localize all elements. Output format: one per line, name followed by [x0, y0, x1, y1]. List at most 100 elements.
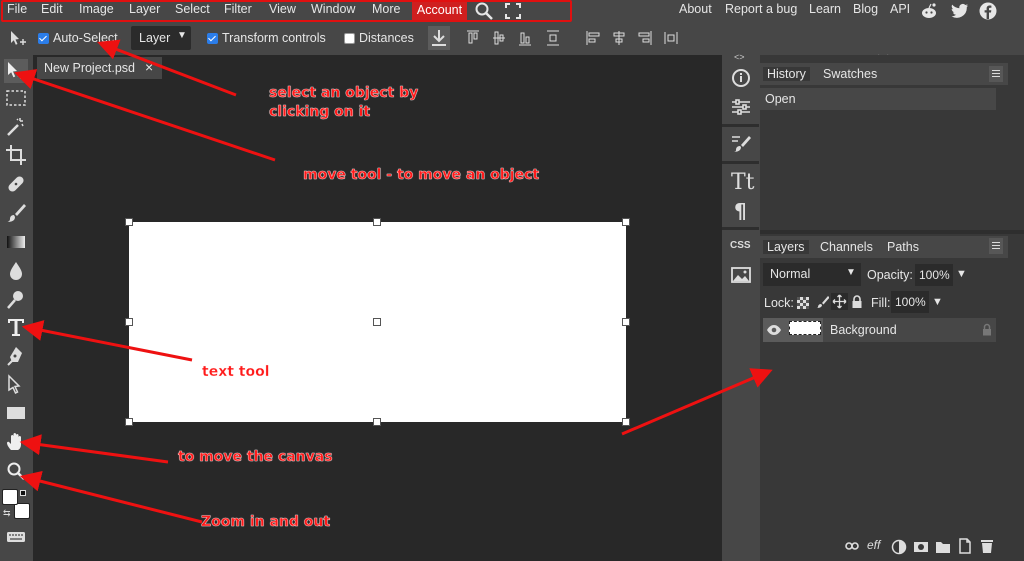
opacity-input[interactable]: 100% [915, 264, 953, 286]
fill-label: Fill: [871, 296, 891, 310]
keyboard-icon[interactable] [4, 525, 28, 549]
transform-handle-bottom-center[interactable] [373, 418, 381, 426]
transform-handle-middle-left[interactable] [125, 318, 133, 326]
align-vertical-center-icon[interactable] [492, 30, 506, 46]
fill-slider-toggle-icon[interactable]: ▼ [932, 296, 943, 308]
history-panel-menu-icon[interactable] [989, 66, 1003, 82]
layer-name[interactable]: Background [830, 323, 897, 337]
adjustment-layer-icon[interactable] [891, 539, 907, 560]
link-learn[interactable]: Learn [809, 2, 841, 16]
auto-select-checkbox[interactable] [38, 32, 49, 44]
type-tool[interactable] [4, 315, 28, 339]
svg-text:Tt: Tt [731, 170, 755, 195]
eye-icon[interactable] [766, 323, 782, 341]
new-layer-icon[interactable] [957, 538, 973, 559]
blend-mode-dropdown[interactable]: Normal ▼ [763, 263, 861, 286]
chevron-down-icon: ▼ [846, 267, 856, 278]
tab-history[interactable]: History [763, 67, 810, 81]
new-group-icon[interactable] [935, 539, 951, 560]
link-api[interactable]: API [890, 2, 910, 16]
auto-select-target-dropdown[interactable]: Layer ▼ [131, 26, 191, 50]
transform-controls-option[interactable]: Transform controls [207, 31, 326, 45]
css-icon[interactable]: CSS [727, 233, 755, 261]
path-select-tool[interactable] [4, 373, 28, 397]
auto-select-option[interactable]: Auto-Select [38, 31, 118, 45]
link-blog[interactable]: Blog [853, 2, 878, 16]
foreground-color-swatch[interactable] [2, 489, 18, 505]
history-entry[interactable]: Open [760, 88, 996, 110]
image-icon[interactable] [727, 261, 755, 289]
reddit-icon[interactable] [920, 2, 938, 20]
chevron-down-icon: ▼ [177, 30, 187, 41]
layer-thumbnail [789, 321, 821, 335]
default-colors-icon[interactable] [20, 490, 26, 496]
link-about[interactable]: About [679, 2, 712, 16]
distances-checkbox[interactable] [344, 32, 355, 44]
lock-position-icon[interactable] [831, 293, 848, 310]
crop-tool[interactable] [4, 143, 28, 167]
adjustments-icon[interactable] [727, 93, 755, 121]
opacity-slider-toggle-icon[interactable]: ▼ [956, 268, 967, 280]
transform-handle-bottom-right[interactable] [622, 418, 630, 426]
healing-brush-tool[interactable] [4, 172, 28, 196]
swap-colors-icon[interactable]: ⇆ [3, 508, 11, 519]
layer-effects-icon[interactable]: eff [867, 538, 880, 552]
transform-handle-middle-right[interactable] [622, 318, 630, 326]
align-horizontal-center-icon[interactable] [612, 30, 626, 46]
background-color-swatch[interactable] [14, 503, 30, 519]
document-tab[interactable]: New Project.psd [37, 57, 162, 79]
transform-handle-center[interactable] [373, 318, 381, 326]
twitter-icon[interactable] [951, 2, 969, 20]
download-icon[interactable] [428, 26, 450, 50]
paragraph-icon[interactable]: ¶ [727, 196, 755, 224]
color-swatches[interactable]: ⇆ [2, 489, 32, 523]
fill-input[interactable]: 100% [891, 291, 929, 313]
transform-handle-bottom-left[interactable] [125, 418, 133, 426]
layers-panel-menu-icon[interactable] [989, 238, 1003, 254]
align-bottom-icon[interactable] [518, 30, 532, 46]
character-icon[interactable]: Tt [727, 167, 755, 195]
align-left-icon[interactable] [586, 30, 600, 46]
tab-layers[interactable]: Layers [763, 240, 809, 254]
fill-value: 100% [895, 295, 926, 309]
lock-transparency-icon[interactable] [797, 296, 809, 314]
tab-channels[interactable]: Channels [820, 240, 873, 254]
distances-option[interactable]: Distances [344, 31, 414, 45]
transform-handle-top-center[interactable] [373, 218, 381, 226]
pen-tool[interactable] [4, 344, 28, 368]
layer-select-value: Layer [139, 31, 171, 45]
zoom-tool[interactable] [4, 459, 28, 483]
brush-tool[interactable] [4, 201, 28, 225]
blur-tool[interactable] [4, 259, 28, 283]
layer-mask-icon[interactable] [913, 539, 929, 560]
move-tool[interactable] [4, 59, 28, 83]
transform-controls-checkbox[interactable] [207, 32, 218, 44]
hand-tool[interactable] [4, 430, 28, 454]
transform-handle-top-left[interactable] [125, 218, 133, 226]
layers-panel-footer: eff [845, 538, 1000, 556]
magic-wand-tool[interactable] [4, 115, 28, 139]
layer-lock-icon[interactable] [982, 323, 992, 341]
lock-pixels-icon[interactable] [815, 295, 830, 314]
info-icon[interactable] [727, 64, 755, 92]
delete-layer-icon[interactable] [979, 538, 995, 559]
dodge-tool[interactable] [4, 287, 28, 311]
marquee-select-tool[interactable] [4, 86, 28, 110]
gradient-tool[interactable] [4, 230, 28, 254]
brush-settings-icon[interactable] [727, 130, 755, 158]
opacity-label: Opacity: [867, 268, 913, 282]
align-right-icon[interactable] [638, 30, 652, 46]
link-report-bug[interactable]: Report a bug [725, 2, 797, 16]
tab-swatches[interactable]: Swatches [823, 67, 877, 81]
align-top-icon[interactable] [466, 30, 480, 46]
link-layers-icon[interactable] [845, 539, 859, 558]
tab-paths[interactable]: Paths [887, 240, 919, 254]
lock-all-icon[interactable] [851, 295, 863, 314]
facebook-icon[interactable] [979, 2, 997, 20]
distribute-vertical-icon[interactable] [546, 30, 560, 46]
close-tab-icon[interactable]: × [145, 59, 153, 75]
collapse-arrows-icon[interactable]: <> [734, 52, 745, 62]
transform-handle-top-right[interactable] [622, 218, 630, 226]
rectangle-tool[interactable] [4, 401, 28, 425]
distribute-horizontal-icon[interactable] [664, 30, 678, 46]
